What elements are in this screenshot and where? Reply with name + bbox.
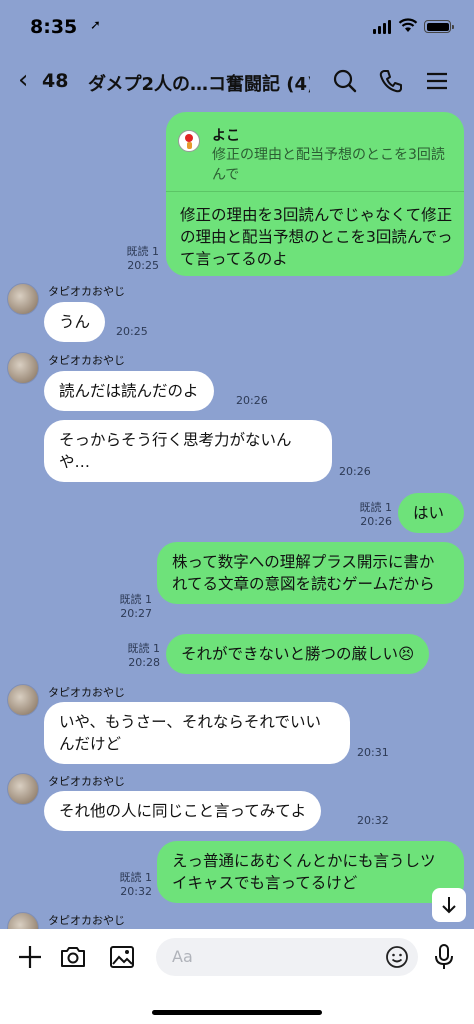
- read-receipt: 既読 1: [127, 642, 161, 655]
- arrow-down-icon: [442, 897, 456, 914]
- message-time: 20:25: [116, 325, 148, 338]
- read-receipt: 既読 1: [119, 593, 153, 606]
- chevron-left-icon[interactable]: ‹: [18, 65, 28, 95]
- avatar[interactable]: [7, 684, 39, 716]
- sender-name: タピオカおやじ: [48, 914, 125, 927]
- search-icon[interactable]: [330, 66, 360, 96]
- back-count[interactable]: 48: [42, 70, 68, 92]
- read-receipt: 既読 1: [126, 245, 160, 258]
- message-bubble[interactable]: 株って数字への理解プラス開示に書かれてる文章の意図を読むゲームだから: [157, 542, 464, 604]
- quoted-sender-avatar: [178, 130, 200, 152]
- home-indicator[interactable]: [152, 1010, 322, 1015]
- read-receipt: 既読 1: [359, 501, 393, 514]
- message-time: 20:25: [127, 259, 159, 272]
- message-time: 20:32: [357, 814, 389, 827]
- chat-header: ‹ 48 ダメプ2人の…コ奮闘記 (4): [0, 56, 474, 106]
- message-bubble[interactable]: うん: [44, 302, 106, 342]
- message-time: 20:27: [120, 607, 152, 620]
- wifi-icon: [398, 18, 418, 32]
- status-bar: 8:35 ➚: [0, 0, 474, 56]
- message-time: 20:26: [339, 465, 371, 478]
- phone-icon[interactable]: [376, 66, 406, 96]
- chat-area[interactable]: よこ 修正の理由と配当予想のとこを3回読んで 修正の理由を3回読んでじゃなくて修…: [0, 106, 474, 929]
- sender-name: タピオカおやじ: [48, 686, 125, 699]
- emoji-icon[interactable]: [385, 945, 409, 969]
- quoted-text: 修正の理由と配当予想のとこを3回読んで: [212, 147, 445, 183]
- battery-icon: [424, 20, 454, 33]
- sender-name: タピオカおやじ: [48, 354, 125, 367]
- avatar[interactable]: [7, 283, 39, 315]
- avatar[interactable]: [7, 773, 39, 805]
- camera-icon[interactable]: [58, 942, 88, 972]
- menu-icon[interactable]: [422, 66, 452, 96]
- message-time: 20:32: [120, 885, 152, 898]
- scroll-to-bottom-button[interactable]: [432, 888, 466, 922]
- message-bubble[interactable]: えっ普通にあむくんとかにも言うしツイキャスでも言ってるけど: [157, 841, 464, 903]
- message-bubble[interactable]: はい: [398, 493, 464, 533]
- message-input[interactable]: Aa: [156, 938, 418, 976]
- message-text: 修正の理由を3回読んでじゃなくて修正の理由と配当予想のとこを3回読んでって言って…: [180, 206, 453, 268]
- message-time: 20:28: [128, 656, 160, 669]
- sender-name: タピオカおやじ: [48, 775, 125, 788]
- message-bubble[interactable]: それ他の人に同じこと言ってみてよ: [44, 791, 322, 831]
- cellular-signal-icon: [373, 20, 391, 34]
- location-arrow-icon: ➚: [90, 18, 101, 33]
- sender-name: タピオカおやじ: [48, 285, 125, 298]
- message-bubble[interactable]: そっからそう行く思考力がないんや…: [44, 420, 332, 482]
- quoted-message[interactable]: よこ 修正の理由と配当予想のとこを3回読んで: [166, 112, 464, 192]
- avatar[interactable]: [7, 912, 39, 929]
- message-bubble[interactable]: いや、もうさー、それならそれでいいんだけど: [44, 702, 350, 764]
- chat-title: ダメプ2人の…コ奮闘記 (4): [88, 74, 310, 95]
- image-icon[interactable]: [107, 942, 137, 972]
- avatar[interactable]: [7, 352, 39, 384]
- status-time: 8:35: [30, 16, 78, 38]
- plus-icon[interactable]: [15, 942, 45, 972]
- message-bubble[interactable]: 読んだは読んだのよ: [44, 371, 214, 411]
- message-bubble[interactable]: それができないと勝つの厳しい😣: [166, 634, 430, 674]
- quoted-sender-name: よこ: [212, 128, 240, 144]
- message-time: 20:26: [236, 394, 268, 407]
- read-receipt: 既読 1: [119, 871, 153, 884]
- message-time: 20:26: [360, 515, 392, 528]
- microphone-icon[interactable]: [429, 942, 459, 972]
- message-input-placeholder: Aa: [172, 947, 193, 966]
- reply-message-bubble[interactable]: よこ 修正の理由と配当予想のとこを3回読んで 修正の理由を3回読んでじゃなくて修…: [166, 112, 464, 276]
- message-time: 20:31: [357, 746, 389, 759]
